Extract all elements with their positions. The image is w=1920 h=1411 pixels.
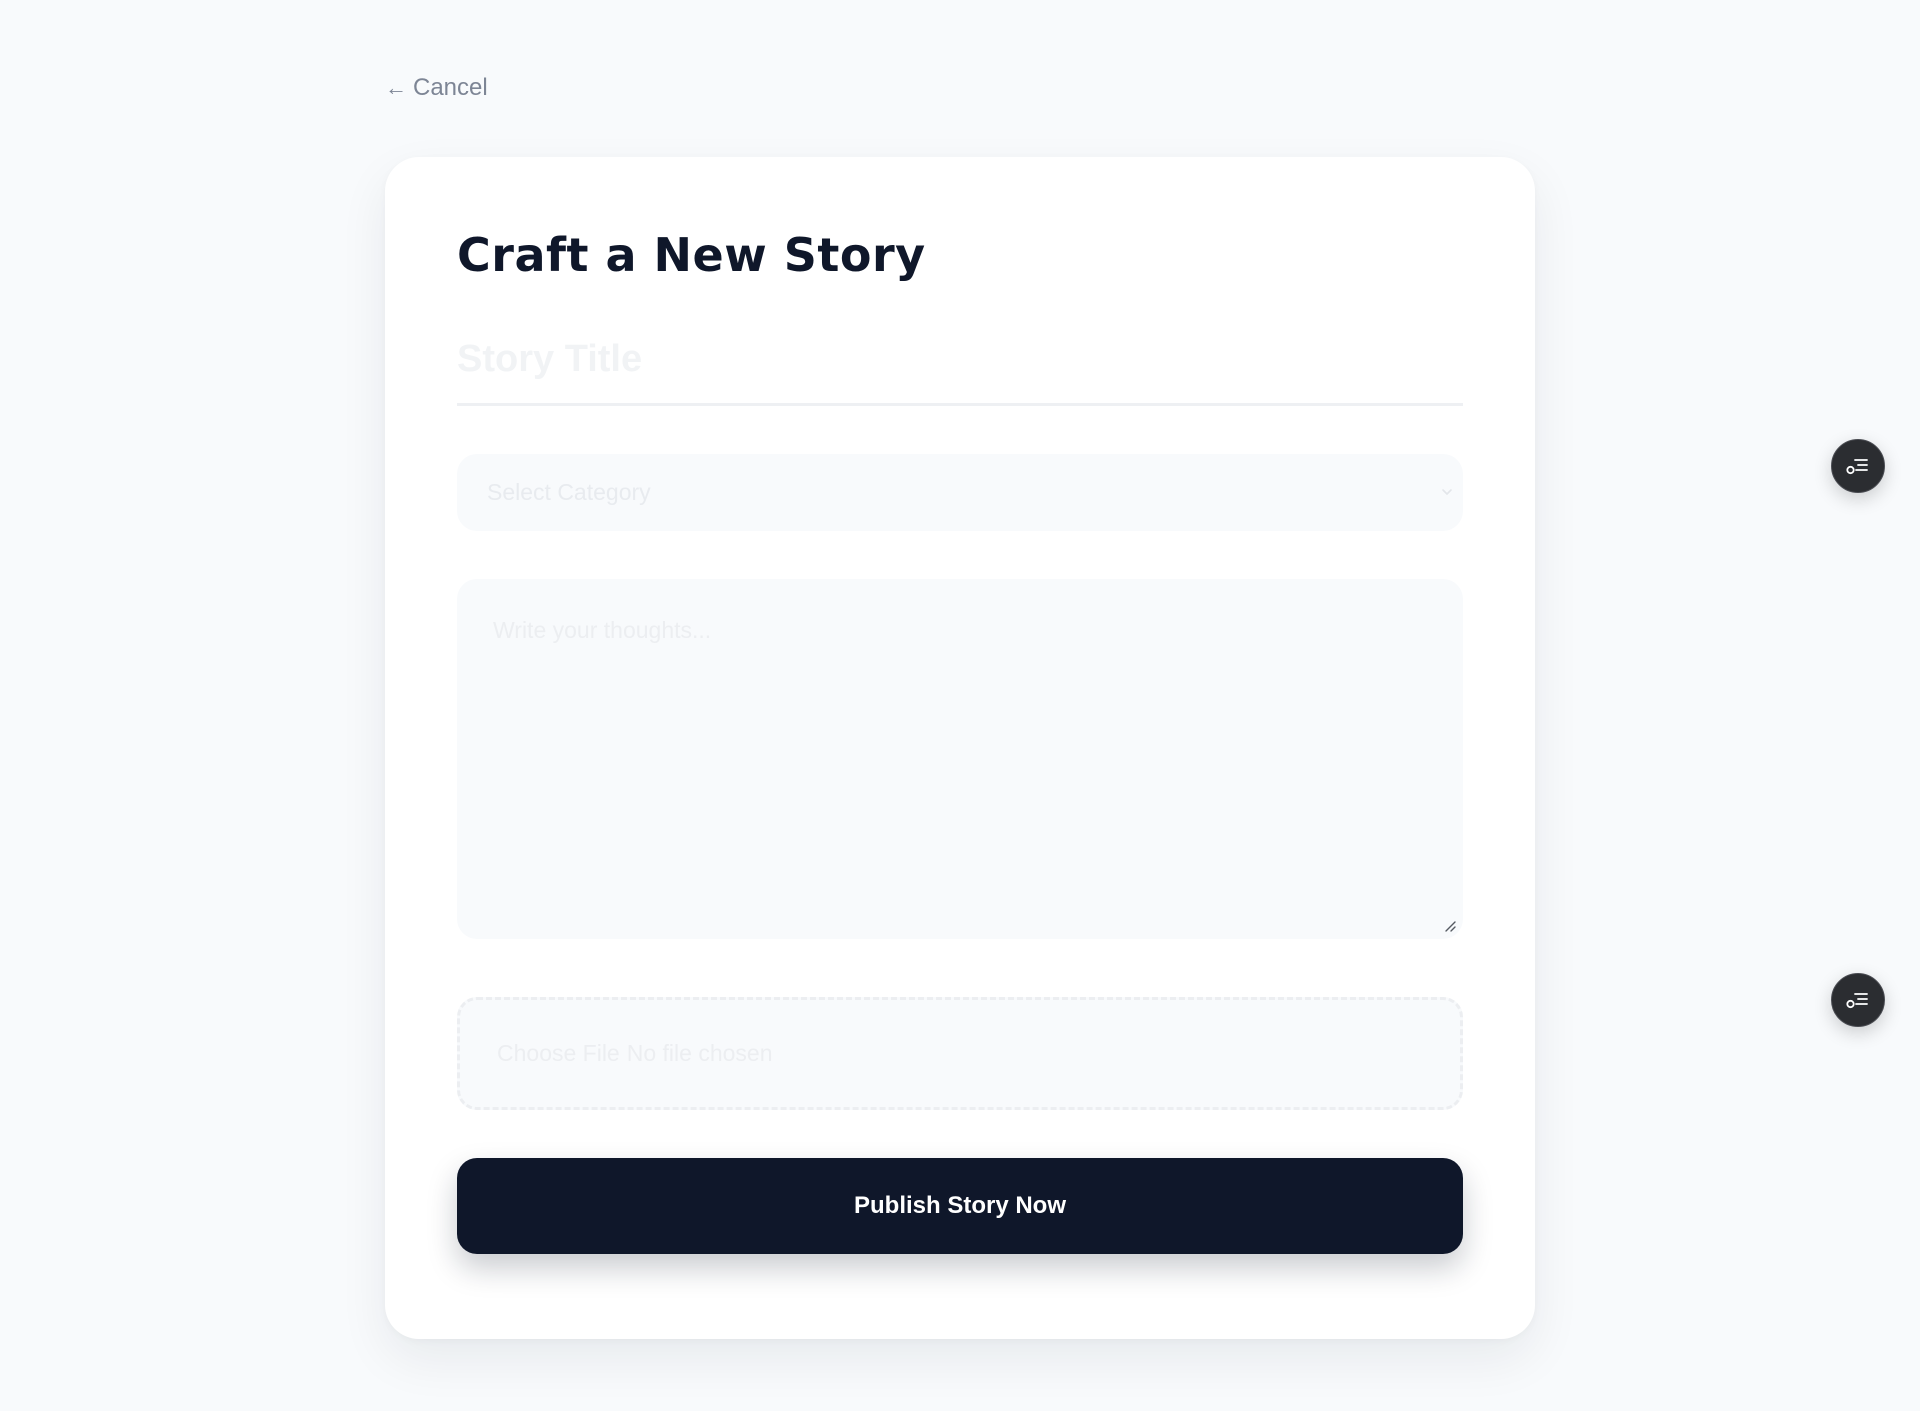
choose-file-button[interactable]: Choose File — [497, 1040, 620, 1067]
list-settings-icon — [1846, 459, 1868, 475]
file-status-text: No file chosen — [626, 1039, 773, 1066]
resize-handle-icon[interactable] — [1443, 919, 1457, 933]
story-title-input[interactable] — [457, 337, 1463, 406]
story-form-card: Craft a New Story Select Category Choose… — [385, 157, 1535, 1339]
category-select[interactable]: Select Category — [457, 453, 1463, 531]
category-select-value: Select Category — [487, 478, 651, 505]
cover-image-file-input[interactable]: Choose File No file chosen — [457, 996, 1463, 1110]
back-arrow-icon: ← — [385, 75, 407, 100]
chevron-down-icon — [1442, 489, 1452, 496]
cancel-link[interactable]: ← Cancel — [385, 74, 488, 102]
floating-action-button-bottom[interactable] — [1831, 973, 1885, 1027]
story-body-textarea[interactable] — [457, 578, 1463, 939]
cancel-label: Cancel — [413, 74, 488, 101]
list-settings-icon — [1846, 993, 1868, 1009]
story-body-wrapper — [457, 578, 1463, 939]
page: ← Cancel Craft a New Story Select Catego… — [0, 0, 1920, 1411]
floating-action-button-top[interactable] — [1831, 439, 1885, 493]
story-form: Craft a New Story Select Category Choose… — [457, 229, 1463, 1254]
page-title: Craft a New Story — [457, 228, 926, 282]
publish-story-button[interactable]: Publish Story Now — [457, 1157, 1463, 1254]
